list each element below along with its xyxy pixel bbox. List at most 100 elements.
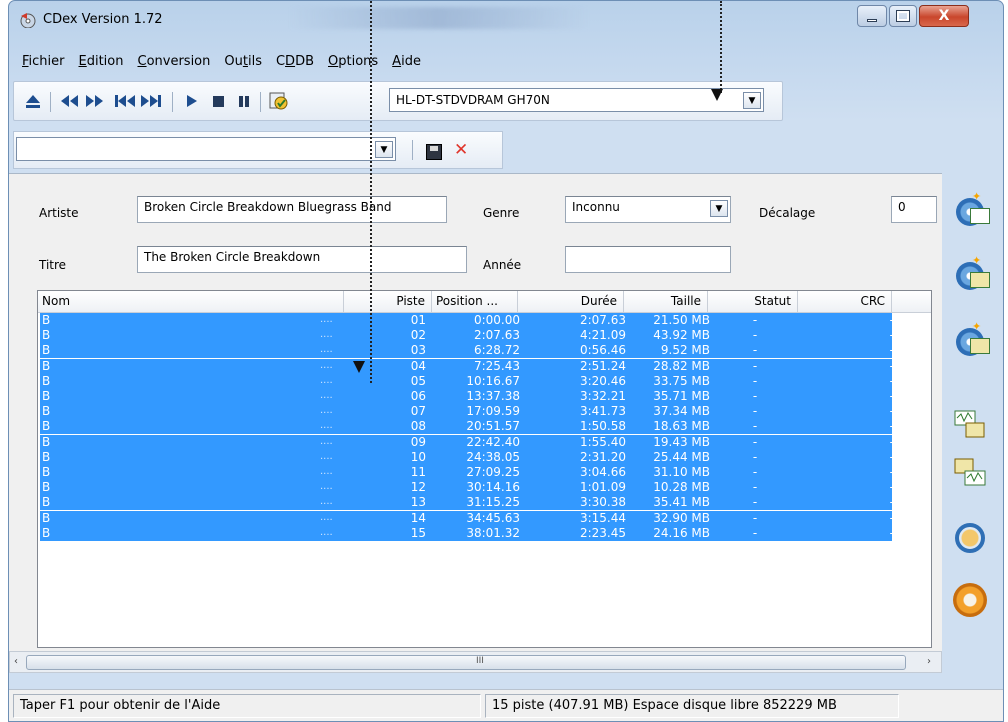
cell-taille: 32.90 MB	[653, 510, 710, 525]
table-row[interactable]: .... B 11 27:09.25 3:04.66 31.10 MB - -	[40, 465, 894, 480]
year-field[interactable]	[565, 246, 731, 273]
pause-icon[interactable]	[236, 91, 252, 111]
column-header-size[interactable]: Taille	[624, 291, 708, 313]
menu-conversion[interactable]: Conversion	[130, 51, 217, 73]
table-row[interactable]: .... B 12 30:14.16 1:01.09 10.28 MB - -	[40, 480, 894, 496]
status-bar: Taper F1 pour obtenir de l'Aide 15 piste…	[9, 689, 1003, 721]
delete-icon[interactable]: ✕	[454, 140, 468, 160]
table-row[interactable]: .... B 13 31:15.25 3:30.38 35.41 MB - -	[40, 495, 894, 511]
drive-select[interactable]: HL-DT-STDVDRAM GH70N ▼	[389, 88, 764, 112]
cdex-window: CDex Version 1.72 X Fichier Edition Conver…	[8, 0, 1004, 722]
column-header-position[interactable]: Position ...	[432, 291, 518, 313]
cell-crc: -	[889, 465, 894, 479]
eject-icon[interactable]	[24, 91, 42, 111]
fast-forward-icon[interactable]	[84, 91, 106, 111]
extract-mp3-button[interactable]: ✦	[947, 253, 993, 299]
cell-position: 38:01.32	[466, 525, 520, 540]
convert-mp3-wave-button[interactable]	[947, 449, 993, 495]
table-row[interactable]: .... B 02 2:07.63 4:21.09 43.92 MB - -	[40, 328, 894, 344]
track-list[interactable]: Nom Piste Position ... Durée Taille Stat…	[37, 290, 932, 648]
cell-position: 27:09.25	[466, 465, 520, 479]
scroll-left-arrow-icon[interactable]: ‹	[14, 656, 18, 667]
cell-piste: 13	[410, 495, 426, 510]
genre-label: Genre	[483, 206, 520, 220]
minimize-button[interactable]	[857, 5, 887, 27]
menu-fichier[interactable]: Fichier	[15, 51, 72, 73]
truncation-dots: ....	[320, 466, 333, 477]
rewind-icon[interactable]	[58, 91, 80, 111]
genre-select[interactable]: Inconnu ▼	[565, 196, 731, 223]
offset-field[interactable]: 0	[891, 196, 937, 223]
table-row[interactable]: .... B 07 17:09.59 3:41.73 37.34 MB - -	[40, 404, 894, 420]
table-row[interactable]: .... B 06 13:37.38 3:32.21 35.71 MB - -	[40, 389, 894, 404]
cell-duree: 1:50.58	[579, 419, 626, 434]
maximize-button[interactable]	[889, 5, 917, 27]
menu-aide[interactable]: Aide	[385, 51, 428, 73]
cell-nom: B	[42, 465, 51, 479]
artist-field[interactable]: Broken Circle Breakdown Bluegrass Band	[137, 196, 447, 223]
column-header-track[interactable]: Piste	[344, 291, 432, 313]
horizontal-scrollbar[interactable]: ‹ III ›	[9, 651, 942, 673]
chevron-down-icon[interactable]: ▼	[375, 141, 393, 158]
table-row[interactable]: .... B 04 7:25.43 2:51.24 28.82 MB - -	[40, 358, 894, 374]
cell-crc: -	[889, 510, 894, 525]
truncation-dots: ....	[320, 420, 333, 432]
play-button[interactable]	[947, 515, 993, 561]
cell-nom: B	[42, 480, 51, 495]
track-list-header: Nom Piste Position ... Durée Taille Stat…	[38, 291, 931, 313]
cell-nom: B	[42, 419, 51, 434]
menu-outils[interactable]: Outils	[217, 51, 269, 73]
column-header-duration[interactable]: Durée	[518, 291, 624, 313]
cell-crc: -	[889, 389, 894, 403]
extract-partial-button[interactable]: ✦	[947, 319, 993, 365]
chevron-down-icon[interactable]: ▼	[710, 200, 728, 217]
table-row[interactable]: .... B 01 0:00.00 2:07.63 21.50 MB - -	[40, 313, 894, 328]
cell-position: 7:25.43	[473, 358, 520, 373]
cell-statut: -	[752, 449, 758, 464]
truncation-dots: ....	[320, 314, 333, 325]
column-header-status[interactable]: Statut	[708, 291, 798, 313]
table-row[interactable]: .... B 08 20:51.57 1:50.58 18.63 MB - -	[40, 419, 894, 435]
truncation-dots: ....	[320, 390, 333, 401]
cell-crc: -	[889, 525, 894, 540]
table-row[interactable]: .... B 03 6:28.72 0:56.46 9.52 MB - -	[40, 343, 894, 359]
cell-statut: -	[752, 343, 758, 358]
cell-piste: 15	[410, 525, 426, 540]
table-row[interactable]: .... B 15 38:01.32 2:23.45 24.16 MB - -	[40, 525, 894, 541]
next-track-icon[interactable]	[140, 91, 162, 111]
menu-options[interactable]: Options	[321, 51, 385, 73]
cell-taille: 18.63 MB	[653, 419, 710, 434]
menu-cddb[interactable]: CDDB	[269, 51, 321, 73]
column-header-crc[interactable]: CRC	[798, 291, 892, 313]
cell-nom: B	[42, 510, 51, 525]
scrollbar-thumb[interactable]: III	[26, 655, 906, 670]
table-row[interactable]: .... B 10 24:38.05 2:31.20 25.44 MB - -	[40, 449, 894, 465]
extract-partial-icon: ✦	[956, 320, 990, 356]
table-row[interactable]: .... B 05 10:16.67 3:20.46 33.75 MB - -	[40, 373, 894, 389]
cell-statut: -	[752, 434, 758, 449]
cell-nom: B	[42, 389, 51, 403]
title-field[interactable]: The Broken Circle Breakdown	[137, 246, 467, 273]
maximize-icon	[896, 10, 910, 22]
save-icon[interactable]	[426, 144, 442, 160]
cell-taille: 9.52 MB	[660, 343, 710, 358]
close-button[interactable]: X	[919, 5, 969, 27]
table-row[interactable]: .... B 14 34:45.63 3:15.44 32.90 MB - -	[40, 510, 894, 526]
stop-icon[interactable]	[210, 91, 226, 111]
column-header-name[interactable]: Nom	[38, 291, 344, 313]
play-icon[interactable]	[184, 91, 200, 111]
convert-wave-button[interactable]	[947, 401, 993, 447]
cd-info-icon[interactable]	[268, 91, 290, 111]
menu-edition[interactable]: Edition	[72, 51, 131, 73]
previous-track-icon[interactable]	[114, 91, 136, 111]
play-icon	[955, 523, 985, 553]
cell-statut: -	[752, 495, 758, 510]
cell-piste: 08	[410, 419, 426, 434]
settings-button[interactable]	[947, 577, 993, 623]
scroll-right-arrow-icon[interactable]: ›	[927, 656, 931, 667]
profile-combo[interactable]: ▼	[16, 137, 396, 161]
extract-wave-button[interactable]: ✦	[947, 189, 993, 235]
extract-mp3-icon: ✦	[956, 254, 990, 290]
chevron-down-icon[interactable]: ▼	[743, 92, 761, 109]
table-row[interactable]: .... B 09 22:42.40 1:55.40 19.43 MB - -	[40, 434, 894, 450]
